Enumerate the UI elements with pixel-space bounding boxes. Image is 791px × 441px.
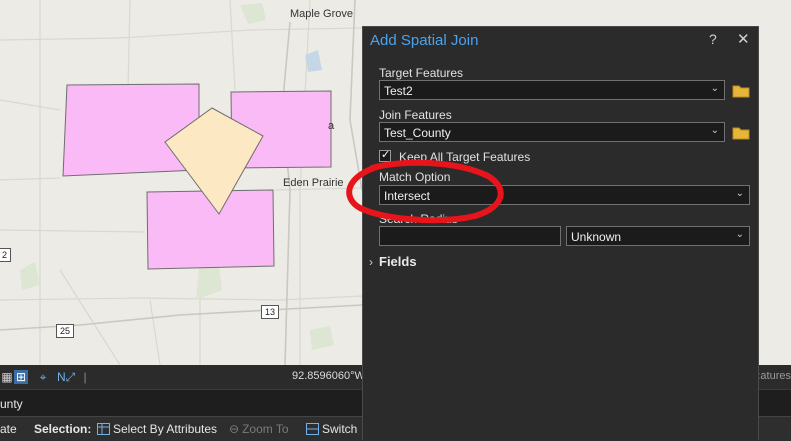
search-radius-input[interactable] xyxy=(379,226,561,246)
folder-icon[interactable] xyxy=(732,84,750,98)
select-by-attributes-label: Select By Attributes xyxy=(113,422,218,436)
highway-shield-25: 25 xyxy=(56,324,75,338)
join-features-label: Join Features xyxy=(379,108,452,122)
switch-label: Switch xyxy=(322,422,358,436)
match-option-value: Intersect xyxy=(384,189,431,203)
target-features-label: Target Features xyxy=(379,66,464,80)
place-label-partial: a xyxy=(328,120,335,132)
close-button[interactable]: ✕ xyxy=(737,30,750,48)
chevron-down-icon: ⌄ xyxy=(710,83,719,94)
search-radius-unit-select[interactable]: Unknown ⌄ xyxy=(566,226,750,246)
highway-shield-13: 13 xyxy=(261,305,280,319)
chevron-down-icon: ⌄ xyxy=(735,188,744,199)
selected-features-count: atures: xyxy=(757,370,791,382)
place-label-eden-prairie: Eden Prairie xyxy=(283,177,344,189)
highway-shield-2: 2 xyxy=(0,248,12,262)
snapping-icon[interactable]: ⊞ xyxy=(14,370,28,384)
help-button[interactable]: ? xyxy=(709,31,717,47)
keep-all-label: Keep All Target Features xyxy=(399,150,531,164)
switch-selection-icon xyxy=(306,423,319,435)
zoom-to-label: Zoom To xyxy=(242,422,289,436)
chevron-down-icon: ⌄ xyxy=(735,229,744,240)
table-tab-label: unty xyxy=(0,397,23,411)
keep-all-checkbox[interactable]: ✓ xyxy=(379,149,391,162)
select-by-attributes-button[interactable]: Select By Attributes xyxy=(97,422,217,436)
checkmark-icon: ✓ xyxy=(381,149,391,161)
chevron-right-icon: › xyxy=(369,255,373,269)
match-option-label: Match Option xyxy=(379,170,451,184)
selection-label: Selection: xyxy=(34,422,92,436)
target-features-select[interactable]: Test2 ⌄ xyxy=(379,80,725,100)
map-view[interactable]: Maple Grove Eden Prairie a 25 13 2 xyxy=(0,0,362,365)
dialog-title: Add Spatial Join xyxy=(370,32,479,49)
county-polygon xyxy=(62,83,200,177)
zoom-to-icon: ⊖ xyxy=(229,422,240,436)
target-features-value: Test2 xyxy=(384,84,413,98)
match-option-select[interactable]: Intersect ⌄ xyxy=(379,185,750,205)
folder-icon[interactable] xyxy=(732,126,750,140)
switch-button[interactable]: Switch xyxy=(306,422,357,436)
join-features-value: Test_County xyxy=(384,126,451,140)
coordinate-readout: 92.8596060°W xyxy=(292,370,365,382)
join-features-select[interactable]: Test_County ⌄ xyxy=(379,122,725,142)
separator-icon: | xyxy=(83,370,87,384)
fields-label: Fields xyxy=(379,254,417,269)
chevron-down-icon: ⌄ xyxy=(710,125,719,136)
search-radius-unit-value: Unknown xyxy=(571,230,622,244)
north-arrow-icon[interactable]: N⤢ xyxy=(57,370,75,384)
fields-expander[interactable]: › Fields xyxy=(369,254,417,269)
place-label-maple-grove: Maple Grove xyxy=(290,8,353,20)
zoom-to-button[interactable]: ⊖ Zoom To xyxy=(229,422,289,436)
map-edge-strip xyxy=(759,26,791,365)
table-select-icon xyxy=(97,423,110,435)
crosshair-icon[interactable]: ⌖ xyxy=(36,370,50,384)
toolbar-partial-button[interactable]: ate xyxy=(0,422,17,436)
grid-icon[interactable]: ▦ xyxy=(0,370,14,384)
search-radius-label: Search Radius xyxy=(379,212,458,226)
add-spatial-join-dialog: Add Spatial Join ? ✕ Target Features Tes… xyxy=(362,26,759,440)
